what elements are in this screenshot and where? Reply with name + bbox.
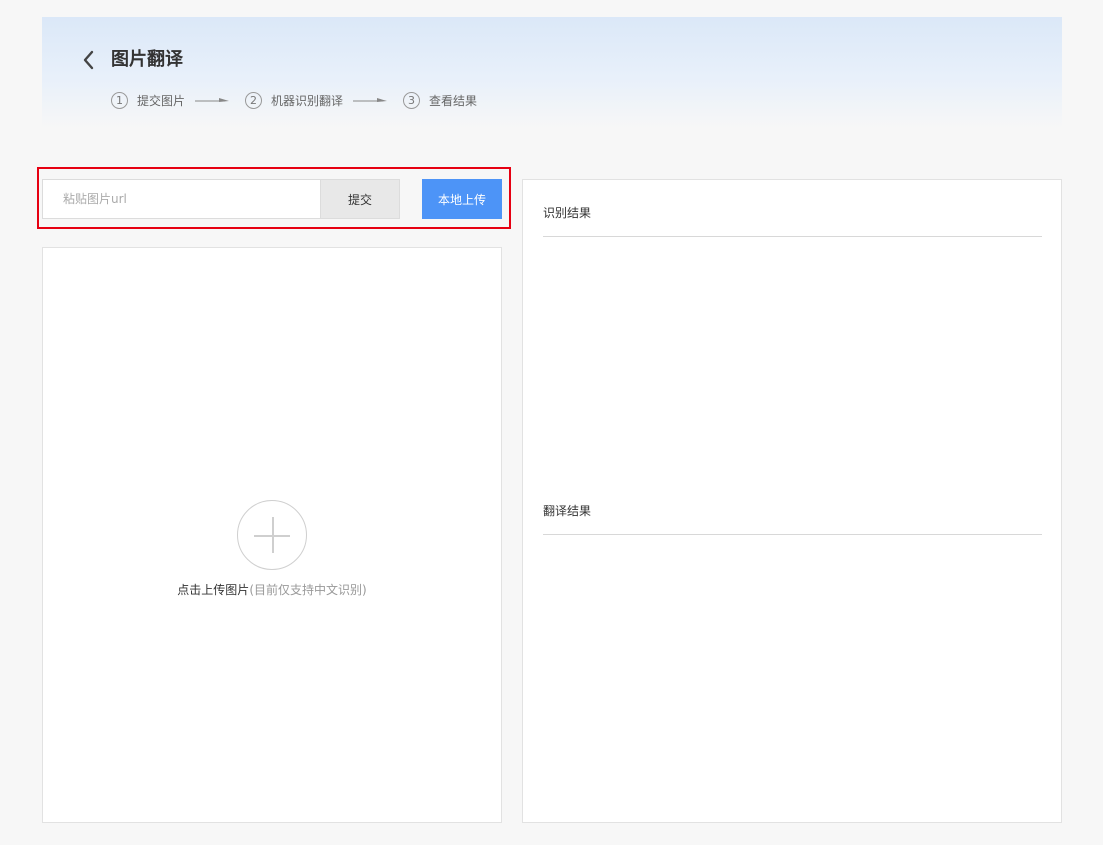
step-2-label: 机器识别翻译 (271, 93, 344, 108)
results-panel: 识别结果 翻译结果 (522, 179, 1062, 823)
back-icon[interactable] (81, 49, 97, 71)
submit-button[interactable]: 提交 (320, 179, 400, 219)
local-upload-button[interactable]: 本地上传 (422, 179, 502, 219)
step-2-number: 2 (245, 91, 263, 109)
upload-hint-note: (目前仅支持中文识别) (249, 583, 367, 597)
step-3-number: 3 (403, 91, 421, 109)
translation-divider (543, 534, 1042, 535)
plus-icon[interactable] (237, 500, 307, 570)
image-upload-panel[interactable]: 点击上传图片(目前仅支持中文识别) (42, 247, 502, 823)
upload-hint-main[interactable]: 点击上传图片 (177, 583, 249, 597)
step-3-label: 查看结果 (429, 93, 478, 108)
arrow-right-icon (195, 98, 230, 102)
arrow-right-icon (353, 98, 388, 102)
step-1-label: 提交图片 (137, 93, 186, 108)
page-header: 图片翻译 1 提交图片 2 机器识别翻译 3 查看结果 (42, 17, 1062, 128)
recognition-divider (543, 236, 1042, 237)
recognition-result-title: 识别结果 (543, 206, 592, 220)
step-indicator: 1 提交图片 2 机器识别翻译 3 查看结果 (111, 90, 477, 110)
step-1-number: 1 (111, 91, 128, 109)
upload-hint: 点击上传图片(目前仅支持中文识别) (43, 581, 501, 599)
translation-result-title: 翻译结果 (543, 504, 592, 518)
image-url-input[interactable] (42, 179, 321, 219)
page-title: 图片翻译 (111, 49, 183, 70)
